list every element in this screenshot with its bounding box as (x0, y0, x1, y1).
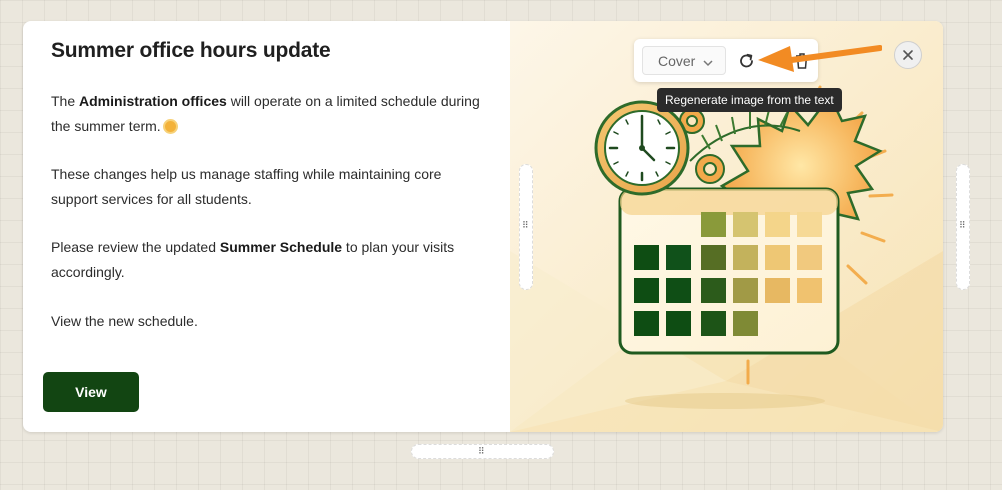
regenerate-tooltip: Regenerate image from the text (657, 88, 842, 112)
cover-image[interactable] (510, 21, 943, 432)
p3-bold-text: Summer Schedule (219, 239, 343, 255)
annotation-arrow (758, 45, 882, 72)
resize-handle-center[interactable]: ⠿ (519, 164, 533, 290)
calendar-sun-illustration (510, 21, 943, 432)
close-button[interactable] (894, 41, 922, 69)
p1-bold-text: Administration offices (79, 93, 227, 109)
p3-text-pre: Please review the updated (51, 239, 220, 255)
grip-dots-icon: ⠿ (522, 220, 529, 230)
paragraph-3[interactable]: Please review the updated Summer Schedul… (51, 235, 491, 285)
card-title[interactable]: Summer office hours update (51, 39, 331, 63)
grip-dots-icon: ⠿ (959, 220, 966, 230)
image-fit-value: Cover (658, 52, 696, 69)
text-panel: Summer office hours update The Administr… (23, 21, 510, 432)
view-button[interactable]: View (43, 372, 139, 412)
paragraph-1[interactable]: The Administration offices will operate … (51, 89, 491, 139)
chevron-down-icon (703, 55, 713, 71)
p1-text-pre: The (51, 93, 80, 109)
resize-handle-bottom[interactable]: ⠿ (411, 444, 554, 459)
paragraph-2[interactable]: These changes help us manage staffing wh… (51, 162, 491, 212)
announcement-card: Summer office hours update The Administr… (23, 21, 943, 432)
grip-dots-icon: ⠿ (478, 446, 485, 456)
paragraph-4[interactable]: View the new schedule. (51, 309, 491, 334)
sun-emoji-icon (164, 121, 176, 132)
resize-handle-right[interactable]: ⠿ (956, 164, 970, 290)
image-fit-select[interactable]: Cover (642, 46, 726, 75)
